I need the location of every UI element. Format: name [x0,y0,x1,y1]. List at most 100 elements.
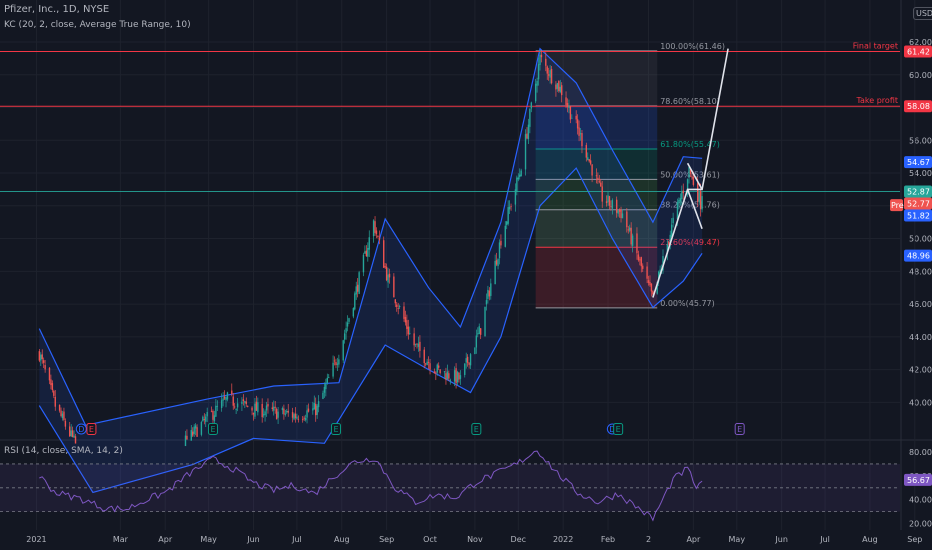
candle-body [477,333,479,335]
candle-body [377,236,379,238]
candle-body [271,407,274,410]
candle-body [368,237,370,250]
candle-body [497,258,499,267]
time-tick-label: Apr [158,535,173,544]
candle-body [342,340,344,361]
candle-body [646,266,648,279]
candle-body [618,209,621,212]
candle-body [222,398,224,401]
candle-body [530,102,533,109]
candle-body [568,106,570,108]
candle-body [242,399,245,402]
candle-body [626,211,628,228]
candle-body [277,411,279,418]
fib-level-label: 100.00%(61.46) [660,42,725,51]
event-marker-label: E [474,425,479,434]
candle-body [600,182,602,187]
candle-body [200,422,203,435]
candle-body [281,408,284,411]
candle-body [464,363,466,375]
candle-body [485,300,488,305]
candle-body [365,250,368,257]
candle-body [546,66,548,74]
candle-body [336,363,339,365]
candle-body [267,403,269,407]
time-tick-label: Mar [113,535,129,544]
candle-body [682,190,684,194]
candle-body [475,335,478,348]
rsi-tick-label: 80.00 [909,448,932,457]
candle-body [692,176,695,185]
candle-body [396,304,398,307]
candle-body [202,416,204,422]
candle-body [466,356,469,363]
candle-body [498,242,501,259]
price-chart[interactable]: 62.0060.0058.0056.0054.0052.0050.0048.00… [0,0,932,550]
candle-body [265,405,268,411]
candle-body [549,70,551,78]
candle-body [306,410,308,418]
candle-body [494,260,496,285]
candle-body [235,408,237,410]
candle-body [333,360,336,362]
candle-body [446,371,449,380]
candle-body [630,227,632,245]
candle-body [194,425,197,429]
candle-body [378,237,381,241]
time-tick-label: Jun [246,535,260,544]
candle-body [387,274,389,283]
candle-body [394,299,397,304]
candle-body [681,192,683,200]
event-marker-label: E [210,425,215,434]
candle-body [649,281,651,286]
keltner-legend[interactable]: KC (20, 2, close, Average True Range, 10… [4,20,191,30]
candle-body [63,411,65,421]
candle-body [514,189,517,205]
candle-body [210,410,213,412]
candle-body [701,196,703,210]
candle-body [433,371,436,374]
candle-body [672,217,674,224]
candle-body [312,408,314,411]
candle-body [317,401,320,408]
price-tick-label: 40.00 [909,398,932,407]
candle-body [184,435,187,447]
candle-body [495,260,498,265]
candle-body [338,359,340,365]
candle-body [254,403,256,417]
candle-body [571,117,573,119]
target-tag-label: 58.08 [907,102,930,111]
candle-body [206,412,208,417]
candle-body [44,365,46,370]
candle-body [233,406,236,408]
time-tick-label: Dec [511,535,526,544]
candle-body [679,198,682,202]
candle-body [697,182,699,202]
candle-body [236,403,239,408]
candle-body [449,379,451,381]
candle-body [245,401,247,405]
price-tick-label: 44.00 [909,333,932,342]
rsi-legend[interactable]: RSI (14, close, SMA, 14, 2) [4,446,123,456]
candle-body [216,406,219,407]
price-tag-label: 48.96 [907,252,930,261]
candle-body [51,383,54,391]
candle-body [364,251,366,254]
candle-body [346,322,349,327]
candle-body [536,80,538,86]
time-tick-label: 2021 [26,535,46,544]
candle-body [53,390,55,396]
candle-body [524,134,527,170]
candle-body [274,406,276,408]
candle-body [73,435,75,438]
candle-body [257,402,259,413]
candle-body [48,367,51,381]
candle-body [316,405,318,415]
candle-body [469,354,472,366]
currency-badge[interactable]: USD [913,7,932,20]
candle-body [355,286,357,295]
candle-body [332,362,334,377]
candle-body [458,372,460,380]
candle-body [650,283,653,292]
time-tick-label: Oct [423,535,437,544]
